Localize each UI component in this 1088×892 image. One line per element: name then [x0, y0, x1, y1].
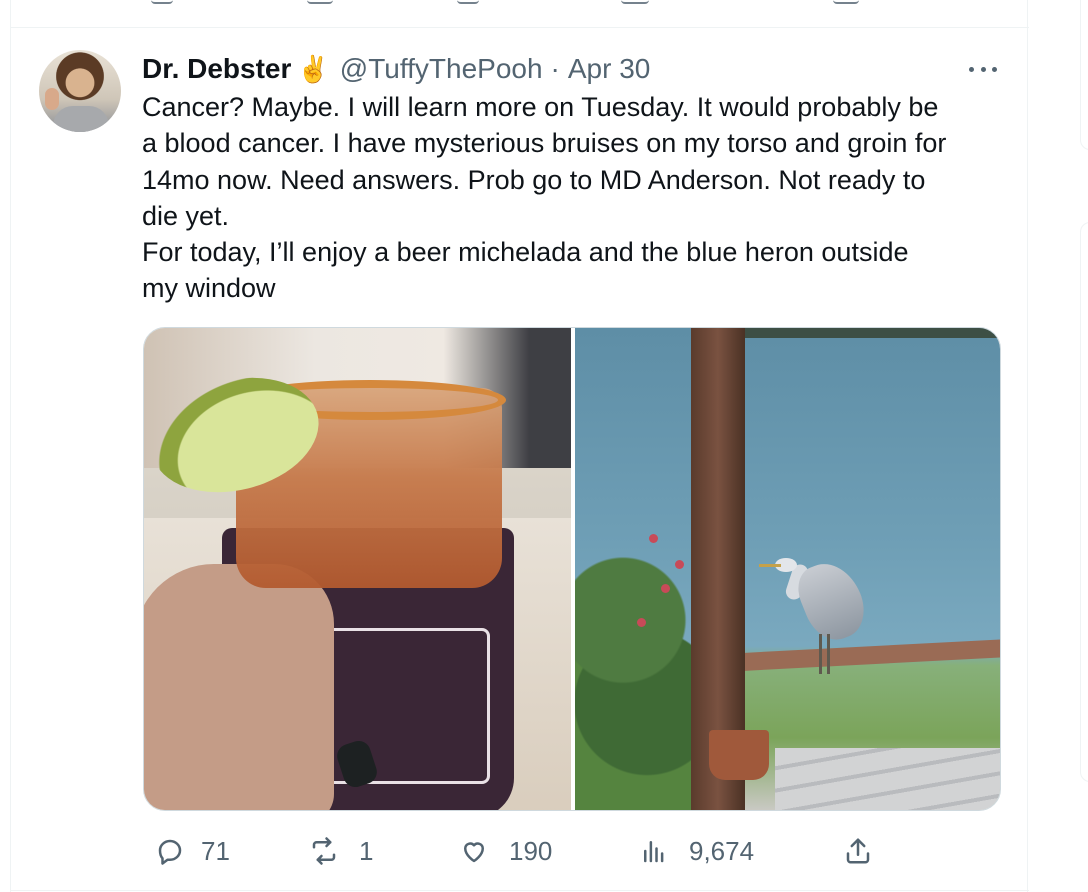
- avatar-hand: [45, 88, 59, 110]
- tweet-text: Cancer? Maybe. I will learn more on Tues…: [142, 92, 947, 304]
- like-count: 190: [509, 835, 553, 866]
- tweet-header: Dr. Debster ✌️ @TuffyThePooh · Apr 30: [142, 51, 1002, 87]
- sidebar-card-edge: [1080, 0, 1088, 150]
- previous-retweet-icon[interactable]: [307, 0, 333, 4]
- previous-reply-icon[interactable]: [151, 0, 173, 4]
- previous-share-icon[interactable]: [833, 0, 859, 4]
- timeline-column: Dr. Debster ✌️ @TuffyThePooh · Apr 30 Ca…: [10, 0, 1029, 892]
- reply-count: 71: [201, 835, 230, 866]
- previous-heart-icon[interactable]: [457, 0, 479, 4]
- previous-views-icon[interactable]: [621, 0, 649, 4]
- reply-button[interactable]: 71: [155, 829, 230, 873]
- more-icon[interactable]: [969, 59, 997, 79]
- views-button[interactable]: 9,674: [639, 829, 754, 873]
- avatar[interactable]: [39, 50, 121, 132]
- views-icon: [639, 836, 669, 866]
- retweet-count: 1: [359, 835, 374, 866]
- photo-michelada[interactable]: [144, 328, 571, 810]
- retweet-icon: [309, 836, 339, 866]
- tweet[interactable]: Dr. Debster ✌️ @TuffyThePooh · Apr 30 Ca…: [11, 29, 1029, 891]
- avatar-shirt: [53, 106, 109, 132]
- previous-tweet-action-bar: [11, 0, 1029, 28]
- views-count: 9,674: [689, 835, 755, 866]
- peace-sign-emoji: ✌️: [297, 54, 330, 84]
- tweet-date[interactable]: Apr 30: [568, 51, 651, 87]
- like-button[interactable]: 190: [459, 829, 552, 873]
- reply-icon: [155, 836, 185, 866]
- header-separator: ·: [550, 53, 560, 84]
- heart-icon: [459, 836, 489, 866]
- share-icon: [843, 836, 873, 866]
- display-name[interactable]: Dr. Debster: [142, 51, 291, 87]
- media-grid: [143, 327, 1001, 811]
- user-handle[interactable]: @TuffyThePooh: [340, 51, 543, 87]
- sidebar-card-edge: [1080, 222, 1088, 782]
- tweet-action-bar: 71 1 190 9,674: [143, 829, 873, 873]
- share-button[interactable]: [843, 829, 873, 873]
- retweet-button[interactable]: 1: [309, 829, 373, 873]
- photo-heron[interactable]: [574, 328, 1000, 810]
